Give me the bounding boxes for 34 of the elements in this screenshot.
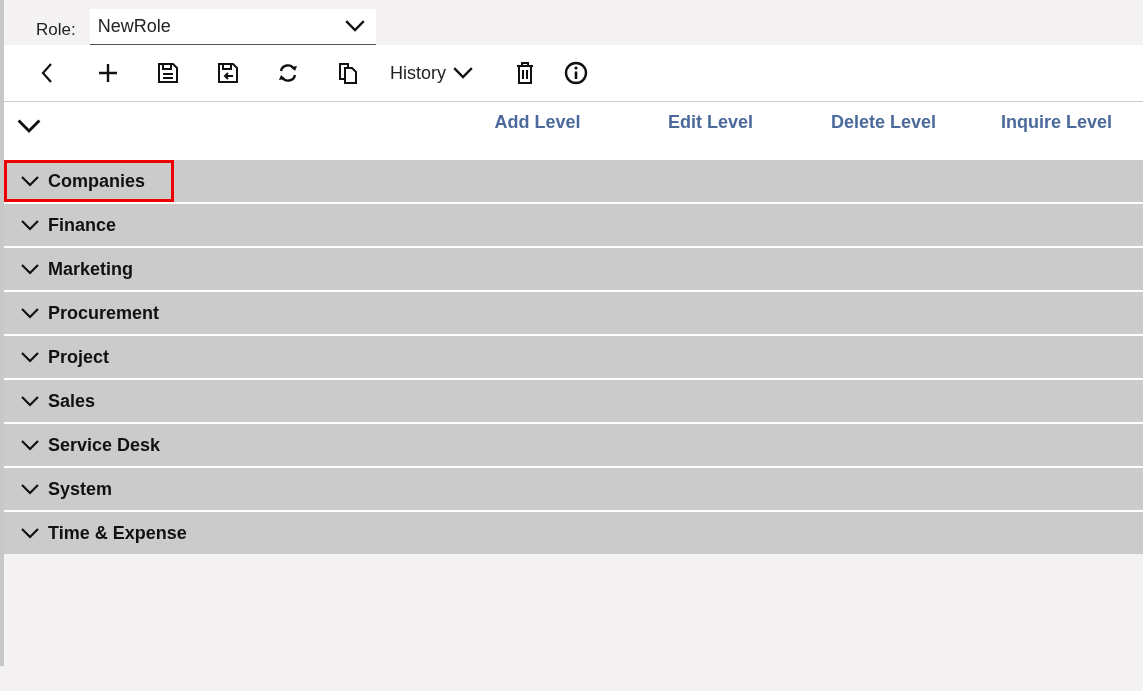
chevron-icon[interactable]	[20, 263, 40, 275]
section-header[interactable]: Sales	[4, 378, 1143, 422]
add-icon[interactable]	[96, 61, 120, 85]
chevron-icon[interactable]	[20, 439, 40, 451]
role-label: Role:	[36, 19, 76, 40]
history-menu[interactable]: History	[378, 62, 486, 84]
section-header[interactable]: Project	[4, 334, 1143, 378]
copy-icon[interactable]	[336, 61, 360, 85]
chevron-icon[interactable]	[20, 351, 40, 363]
collapse-all-icon[interactable]	[16, 118, 42, 134]
section-header[interactable]: Service Desk	[4, 422, 1143, 466]
refresh-icon[interactable]	[276, 61, 300, 85]
save-icon[interactable]	[156, 61, 180, 85]
level-action-link[interactable]: Edit Level	[624, 112, 797, 133]
info-icon[interactable]	[564, 61, 588, 85]
level-action-link[interactable]: Delete Level	[797, 112, 970, 133]
section-header[interactable]: Marketing	[4, 246, 1143, 290]
level-action-link[interactable]: Add Level	[451, 112, 624, 133]
chevron-icon[interactable]	[20, 483, 40, 495]
caret-icon[interactable]	[452, 66, 474, 80]
save-return-icon[interactable]	[216, 61, 240, 85]
chevron-icon[interactable]	[20, 527, 40, 539]
level-action-link[interactable]: Inquire Level	[970, 112, 1143, 133]
section-header[interactable]: Finance	[4, 202, 1143, 246]
caret-icon[interactable]	[343, 19, 366, 33]
section-header[interactable]: Time & Expense	[4, 510, 1143, 554]
section-header[interactable]: System	[4, 466, 1143, 510]
chevron-icon[interactable]	[20, 395, 40, 407]
section-header[interactable]: Companies	[4, 158, 1143, 202]
section-header[interactable]: Procurement	[4, 290, 1143, 334]
chevron-icon[interactable]	[20, 219, 40, 231]
chevron-icon[interactable]	[20, 307, 40, 319]
role-dropdown[interactable]: NewRole	[89, 8, 376, 45]
chevron-icon[interactable]	[20, 175, 40, 187]
